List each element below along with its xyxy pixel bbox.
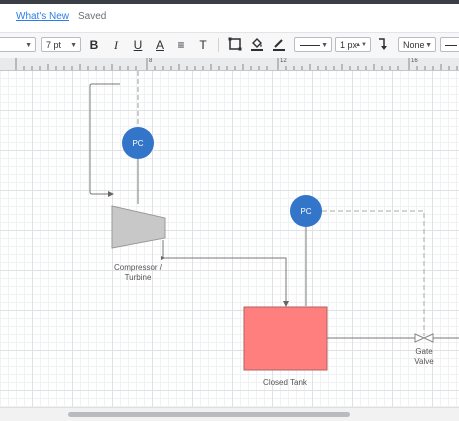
compressor-turbine-shape[interactable] <box>111 205 166 249</box>
ruler-label: 12 <box>280 58 287 64</box>
compressor-label-line1: Compressor / <box>114 263 163 272</box>
save-status: Saved <box>78 11 107 22</box>
arrow-end-select[interactable] <box>440 37 459 52</box>
diagram-canvas[interactable]: PC PC Compressor / Turbine Closed Tank G… <box>0 71 459 407</box>
bold-button[interactable]: B <box>86 37 102 53</box>
arrow-end-preview <box>445 45 457 46</box>
pc2-dashed-connector[interactable] <box>322 210 425 336</box>
font-size-value: 7 pt <box>46 40 62 50</box>
scrollbar-thumb[interactable] <box>68 412 350 417</box>
horizontal-ruler: 8 12 16 <box>0 58 459 71</box>
valve-label-line2: Valve <box>414 357 434 366</box>
line-style-select[interactable]: ▼ <box>294 37 332 52</box>
valve-label-line1: Gate <box>415 347 433 356</box>
font-size-select[interactable]: 7 pt ▼ <box>41 37 81 52</box>
closed-tank-shape[interactable] <box>243 306 328 371</box>
italic-button[interactable]: I <box>108 37 124 53</box>
chevron-down-icon: ▼ <box>425 42 432 49</box>
formatting-toolbar: ▼ 7 pt ▼ B I U A ≡ T ▼ 1 px ▲▼ None ▼ <box>0 33 459 59</box>
font-color-button[interactable]: A <box>152 37 168 53</box>
line-color-icon[interactable] <box>271 37 287 53</box>
compressor-label-line2: Turbine <box>125 273 152 282</box>
whats-new-link[interactable]: What's New <box>16 11 69 22</box>
ruler-label: 8 <box>149 58 153 64</box>
ruler-ticks <box>15 58 458 70</box>
chevron-down-icon: ▼ <box>321 42 328 49</box>
document-header: What's New Saved <box>0 4 459 33</box>
chevron-down-icon: ▼ <box>25 42 32 49</box>
fill-color-icon[interactable] <box>249 37 265 53</box>
text-align-button[interactable]: ≡ <box>173 37 189 53</box>
compressor-to-tank-connector[interactable] <box>162 240 289 307</box>
stepper-arrows-icon: ▲▼ <box>355 42 367 48</box>
underline-button[interactable]: U <box>130 37 146 53</box>
pc2-label: PC <box>300 207 311 216</box>
arrow-start-value: None <box>403 40 425 50</box>
toolbar-divider <box>218 38 219 52</box>
chevron-down-icon: ▼ <box>70 42 77 49</box>
line-width-stepper[interactable]: 1 px ▲▼ <box>335 37 371 52</box>
tank-label: Closed Tank <box>263 378 308 387</box>
shape-border-icon[interactable] <box>227 37 243 53</box>
text-options-button[interactable]: T <box>195 37 211 53</box>
ruler-label: 16 <box>411 58 418 64</box>
pc1-label: PC <box>132 139 143 148</box>
diagram-drawing: PC PC Compressor / Turbine Closed Tank G… <box>89 71 459 387</box>
font-family-select[interactable]: ▼ <box>0 37 36 52</box>
arrow-start-select[interactable]: None ▼ <box>398 37 436 52</box>
line-style-preview <box>300 45 320 46</box>
feed-connector[interactable] <box>89 83 120 197</box>
connector-style-icon[interactable] <box>376 37 392 53</box>
horizontal-scrollbar[interactable] <box>0 407 459 421</box>
